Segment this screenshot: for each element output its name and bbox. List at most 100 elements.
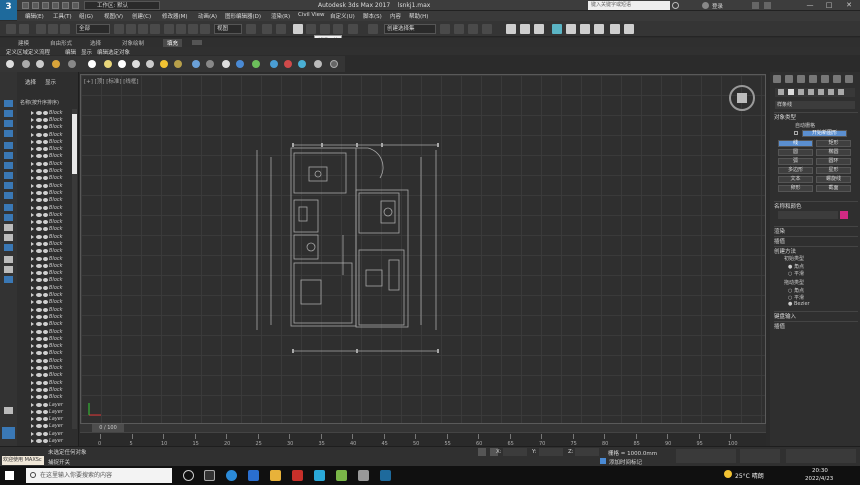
expand-arrow-icon[interactable] — [31, 198, 34, 203]
expand-arrow-icon[interactable] — [31, 380, 34, 385]
display-cameras-icon[interactable] — [4, 162, 13, 169]
name-color-section[interactable]: 名称和颜色 — [774, 201, 858, 210]
drag-smooth-radio[interactable]: ○ 平滑 — [788, 294, 804, 301]
geometry-icon[interactable] — [778, 89, 784, 95]
expand-arrow-icon[interactable] — [31, 358, 34, 363]
expand-arrow-icon[interactable] — [31, 227, 34, 232]
toggle-layer-explorer-icon[interactable] — [482, 24, 492, 34]
expand-arrow-icon[interactable] — [31, 439, 34, 443]
freeze-icon[interactable] — [43, 139, 48, 144]
freeze-icon[interactable] — [43, 387, 48, 392]
interpolation-section-2[interactable]: 插值 — [774, 321, 858, 330]
visibility-eye-icon[interactable] — [36, 110, 42, 115]
x-coordinate-field[interactable] — [503, 448, 527, 456]
a360-gallery-icon[interactable] — [624, 24, 634, 34]
redo-quick-icon[interactable] — [62, 2, 69, 9]
freeze-icon[interactable] — [43, 117, 48, 122]
rendering-section[interactable]: 渲染 — [774, 226, 858, 235]
new-file-icon[interactable] — [22, 2, 29, 9]
lights-icon[interactable] — [798, 89, 804, 95]
scene-list-item[interactable]: Block — [17, 299, 72, 306]
3dsmax-taskbar-icon[interactable] — [380, 470, 391, 481]
rectangular-selection-icon[interactable] — [138, 24, 148, 34]
placement-icon[interactable] — [200, 24, 210, 34]
display-lights-icon[interactable] — [4, 152, 13, 159]
spinner-snap-icon[interactable] — [333, 24, 343, 34]
menu-edit[interactable]: 编辑(E) — [25, 12, 44, 20]
light-icon[interactable] — [160, 60, 168, 68]
define-areas[interactable]: 定义区域 — [6, 48, 28, 56]
visibility-eye-icon[interactable] — [36, 125, 42, 130]
object-type-button[interactable]: 文本 — [778, 176, 813, 183]
visibility-eye-icon[interactable] — [36, 409, 42, 414]
edit-selected-objects[interactable]: 编辑选定对象 — [97, 48, 130, 56]
visibility-eye-icon[interactable] — [36, 417, 42, 422]
exchange-icon[interactable] — [752, 2, 759, 9]
ellipse-tool-icon[interactable] — [88, 60, 96, 68]
expand-arrow-icon[interactable] — [31, 285, 34, 290]
edge-icon[interactable] — [226, 470, 237, 481]
scene-list-item[interactable]: Block — [17, 350, 72, 357]
visibility-eye-icon[interactable] — [36, 117, 42, 122]
sync-selection-icon[interactable] — [4, 407, 13, 414]
freeze-icon[interactable] — [43, 190, 48, 195]
redo-icon[interactable] — [19, 24, 29, 34]
scrollbar-thumb[interactable] — [72, 114, 77, 174]
scene-list-item[interactable]: Block — [17, 394, 72, 401]
isolate-selection-icon[interactable] — [478, 448, 486, 456]
freeze-icon[interactable] — [43, 147, 48, 152]
populate-icon[interactable] — [52, 60, 60, 68]
schematic-view-icon[interactable] — [534, 24, 544, 34]
freeze-icon[interactable] — [43, 161, 48, 166]
playback-controls[interactable] — [740, 449, 780, 463]
scene-list-item[interactable]: Block — [17, 189, 72, 196]
freeze-icon[interactable] — [43, 336, 48, 341]
tab-populate[interactable]: 填充 — [163, 39, 183, 47]
tab-selection[interactable]: 选择 — [90, 39, 101, 47]
pivot-center-icon[interactable] — [246, 24, 256, 34]
scene-list-item[interactable]: Block — [17, 226, 72, 233]
freeze-icon[interactable] — [43, 380, 48, 385]
scene-list-item[interactable]: Block — [17, 204, 72, 211]
object-type-button[interactable]: 多边形 — [778, 167, 813, 174]
windows-start-icon[interactable] — [5, 471, 14, 480]
freeze-icon[interactable] — [43, 198, 48, 203]
display-warps-icon[interactable] — [4, 182, 13, 189]
scene-list-item[interactable]: Block — [17, 211, 72, 218]
select-tool-icon[interactable] — [4, 100, 13, 107]
plant-icon[interactable] — [252, 60, 260, 68]
app-icon-3[interactable] — [314, 470, 325, 481]
task-view-icon[interactable] — [204, 470, 215, 481]
unlink-icon[interactable] — [48, 24, 58, 34]
expand-arrow-icon[interactable] — [31, 249, 34, 254]
name-column-header[interactable]: 名称(按升序排序) — [20, 99, 78, 107]
drag-corner-radio[interactable]: ○ 角点 — [788, 287, 804, 294]
select-manipulate-icon[interactable] — [262, 24, 272, 34]
display-tab-icon[interactable] — [821, 75, 829, 83]
scene-list-item[interactable]: Block — [17, 386, 72, 393]
render-setup-icon[interactable] — [566, 24, 576, 34]
workspace-dropdown[interactable]: 工作区: 默认 — [84, 1, 160, 10]
scene-list-item[interactable]: Block — [17, 248, 72, 255]
visibility-eye-icon[interactable] — [36, 431, 42, 436]
move-icon[interactable] — [164, 24, 174, 34]
scene-list-item[interactable]: Block — [17, 321, 72, 328]
menu-customize[interactable]: 自定义(U) — [330, 12, 355, 20]
expand-arrow-icon[interactable] — [31, 314, 34, 319]
multi-color-icon[interactable] — [284, 60, 292, 68]
expand-arrow-icon[interactable] — [31, 147, 34, 152]
scene-list-item[interactable]: Block — [17, 218, 72, 225]
visibility-eye-icon[interactable] — [36, 183, 42, 188]
object-type-button[interactable]: 星形 — [816, 167, 851, 174]
visibility-eye-icon[interactable] — [36, 132, 42, 137]
tab-display[interactable]: 显示 — [45, 78, 56, 86]
initial-corner-radio[interactable]: ● 角点 — [788, 263, 804, 270]
helpers-icon[interactable] — [818, 89, 824, 95]
freeze-icon[interactable] — [43, 212, 48, 217]
scene-list-item[interactable]: Block — [17, 116, 72, 123]
shapes-icon[interactable] — [788, 89, 794, 95]
tab-freeform[interactable]: 自由形式 — [50, 39, 72, 47]
open-file-icon[interactable] — [32, 2, 39, 9]
display-all-icon[interactable] — [4, 120, 13, 127]
scene-list-item[interactable]: Block — [17, 343, 72, 350]
